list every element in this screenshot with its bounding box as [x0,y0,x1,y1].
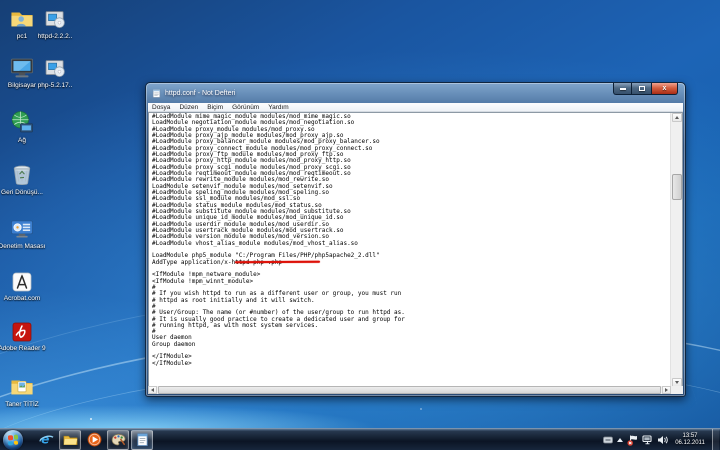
desktop-icon-label: httpd-2.2.2.. [31,33,79,40]
menu-bicim[interactable]: Biçim [207,103,223,112]
desktop-icon-recycle-bin[interactable]: Geri Dönüşü... [0,162,46,196]
tray-time: 13:57 [672,433,708,440]
text-editor-content[interactable]: #LoadModule mime_magic_module modules/mo… [149,113,670,367]
wallpaper-sparkle [420,408,422,410]
editor-client-area: #LoadModule mime_magic_module modules/mo… [148,112,683,388]
window-titlebar[interactable]: httpd.conf - Not Defteri x [146,83,685,103]
installer-package-icon [42,6,68,32]
menu-bar: Dosya Düzen Biçim Görünüm Yardım [148,103,683,112]
desktop-icon-label: Taner TİTİZ [0,401,46,408]
notepad-icon [135,432,150,447]
volume-icon[interactable] [657,435,668,445]
menu-duzen[interactable]: Düzen [179,103,198,112]
pictures-folder-icon [9,374,35,400]
taskbar: e [0,428,720,450]
desktop-icon-php-installer[interactable]: php-5.2.17.. [31,55,79,89]
network-status-icon[interactable] [642,435,653,445]
desktop-icon-label: php-5.2.17.. [31,82,79,89]
start-button[interactable] [3,430,23,450]
control-panel-icon [9,216,35,242]
desktop-icon-taner-folder[interactable]: Taner TİTİZ [0,374,46,408]
menu-gorunum[interactable]: Görünüm [232,103,259,112]
windows7-desktop: pc1 httpd-2.2.2.. Bilgisayar php-5.2.17.… [0,0,720,450]
arrow-right-icon [665,388,668,392]
menu-yardim[interactable]: Yardım [268,103,288,112]
wallpaper-sparkle [90,418,92,420]
hidden-icons-button[interactable] [617,438,623,442]
arrow-down-icon [675,381,679,384]
horizontal-scroll-thumb[interactable] [158,386,661,394]
paint-icon [111,432,126,447]
close-icon: x [663,85,667,92]
acrobat-com-icon [10,270,34,294]
tray-app-icon[interactable] [603,436,613,444]
installer-package-icon [42,55,68,81]
text-editor-area[interactable]: #LoadModule mime_magic_module modules/mo… [149,113,670,387]
notepad-window-icon [152,89,161,98]
desktop-icon-label: Geri Dönüşü... [0,189,46,196]
media-player-icon [87,432,102,447]
arrow-left-icon [151,388,154,392]
notepad-window: httpd.conf - Not Defteri x Dosya Düzen B… [145,82,686,397]
taskbar-paint-button[interactable] [107,430,129,450]
menu-dosya[interactable]: Dosya [152,103,170,112]
svg-text:e: e [41,433,49,447]
adobe-reader-icon [10,320,34,344]
minimize-icon [620,88,626,90]
show-desktop-button[interactable] [712,429,719,450]
taskbar-internet-explorer-button[interactable]: e [35,430,57,450]
vertical-scrollbar[interactable] [670,113,682,387]
desktop-icon-network[interactable]: Ağ [0,110,46,144]
window-title: httpd.conf - Not Defteri [165,90,235,97]
maximize-icon [639,86,645,91]
close-button[interactable]: x [651,83,678,95]
maximize-button[interactable] [632,83,651,95]
scroll-right-button[interactable] [662,386,671,394]
taskbar-media-player-button[interactable] [83,430,105,450]
desktop-icon-label: Acrobat.com [0,295,46,302]
internet-explorer-icon: e [39,432,54,447]
chevron-up-icon [617,438,623,442]
desktop-icon-label: Denetim Masası [0,243,46,250]
scroll-up-button[interactable] [672,113,682,122]
tray-date: 06.12.2011 [672,440,708,447]
vertical-scroll-thumb[interactable] [672,174,682,200]
tray-clock[interactable]: 13:57 06.12.2011 [672,433,708,447]
minimize-button[interactable] [613,83,632,95]
windows-explorer-icon [63,432,78,447]
recycle-bin-icon [9,162,35,188]
desktop-icon-label: Adobe Reader 9 [0,345,46,352]
scroll-left-button[interactable] [148,386,157,394]
taskbar-notepad-button[interactable] [131,430,153,450]
taskbar-explorer-button[interactable] [59,430,81,450]
desktop-icon-label: Ağ [0,137,46,144]
action-center-flag-icon[interactable] [627,435,638,446]
desktop-icon-acrobat-com[interactable]: Acrobat.com [0,270,46,302]
desktop-icon-control-panel[interactable]: Denetim Masası [0,216,46,250]
window-controls: x [613,83,678,95]
windows-logo-icon [8,434,18,445]
desktop-icon-adobe-reader[interactable]: Adobe Reader 9 [0,320,46,352]
horizontal-scrollbar[interactable] [148,386,683,394]
desktop-icon-httpd-installer[interactable]: httpd-2.2.2.. [31,6,79,40]
network-icon [9,110,35,136]
system-tray: 13:57 06.12.2011 [603,429,720,450]
arrow-up-icon [675,116,679,119]
